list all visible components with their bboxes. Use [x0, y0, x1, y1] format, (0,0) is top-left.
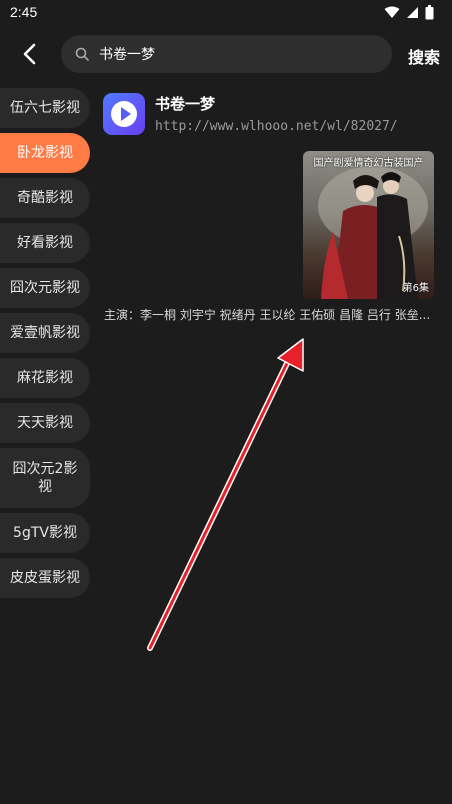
- search-button[interactable]: 搜索: [408, 44, 440, 68]
- sidebar-item-haokan[interactable]: 好看影视: [0, 223, 90, 263]
- battery-icon: [425, 5, 434, 20]
- search-input[interactable]: [97, 45, 361, 63]
- sidebar-item-jiongciyuan2[interactable]: 囧次元2影视: [0, 448, 90, 508]
- sidebar-item-wolong[interactable]: 卧龙影视: [0, 133, 90, 173]
- status-time: 2:45: [10, 4, 38, 20]
- poster-tag: 国产剧爱情奇幻古装国产: [313, 158, 424, 169]
- poster-artwork: [318, 166, 428, 299]
- sidebar-item-qiku[interactable]: 奇酷影视: [0, 178, 90, 218]
- sidebar-item-aiyifan[interactable]: 爱壹帆影视: [0, 313, 90, 353]
- status-bar: 2:45: [0, 0, 452, 26]
- wifi-icon: [384, 6, 400, 18]
- result-cast: 主演：李一桐 刘宇宁 祝绪丹 王以纶 王佑硕 昌隆 吕行 张垒...: [104, 308, 431, 322]
- sidebar-item-5gtv[interactable]: 5gTV影视: [0, 513, 90, 553]
- source-sidebar: 伍六七影视 卧龙影视 奇酷影视 好看影视 囧次元影视 爱壹帆影视 麻花影视 天天…: [0, 88, 92, 603]
- sidebar-item-jiongciyuan[interactable]: 囧次元影视: [0, 268, 90, 308]
- result-url[interactable]: http://www.wlhooo.net/wl/82027/: [155, 119, 398, 134]
- signal-icon: [407, 7, 418, 18]
- sidebar-item-pipidan[interactable]: 皮皮蛋影视: [0, 558, 90, 598]
- back-arrow-icon: [23, 43, 36, 65]
- play-icon: [120, 107, 131, 121]
- top-bar: 搜索: [0, 30, 452, 80]
- result-poster[interactable]: 国产剧爱情奇幻古装国产 第6集: [303, 151, 434, 299]
- search-icon: [75, 47, 89, 61]
- sidebar-item-mahua[interactable]: 麻花影视: [0, 358, 90, 398]
- back-button[interactable]: [14, 38, 46, 70]
- poster-episode: 第6集: [402, 283, 429, 294]
- sidebar-item-wuliuqi[interactable]: 伍六七影视: [0, 88, 90, 128]
- result-title[interactable]: 书卷一梦: [155, 93, 215, 114]
- search-box[interactable]: [61, 35, 392, 73]
- app-logo[interactable]: [103, 93, 145, 135]
- sidebar-item-tiantian[interactable]: 天天影视: [0, 403, 90, 443]
